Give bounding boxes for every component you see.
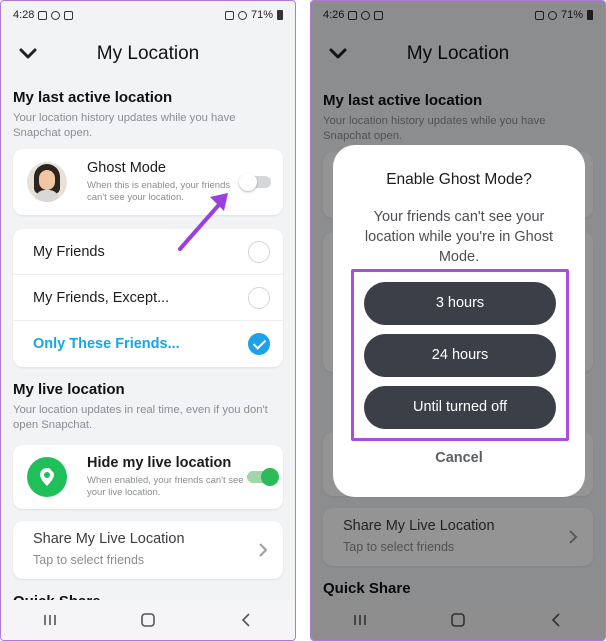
- friends-options-card: My Friends My Friends, Except... Only Th…: [13, 229, 283, 367]
- radio-button[interactable]: [248, 286, 270, 309]
- option-my-friends-except[interactable]: My Friends, Except...: [13, 275, 283, 321]
- page-title: My Location: [96, 43, 200, 64]
- checkmark-icon[interactable]: [248, 333, 270, 355]
- ghost-mode-toggle[interactable]: [239, 173, 271, 191]
- hide-live-subtitle: When enabled, your friends can't see you…: [87, 475, 244, 498]
- location-pin-icon: [27, 457, 67, 497]
- status-time: 4:28: [13, 9, 35, 21]
- live-location-heading: My live location: [13, 381, 125, 398]
- dialog-title: Enable Ghost Mode?: [386, 171, 532, 188]
- battery-percent: 71%: [250, 9, 273, 21]
- share-live-title: Share My Live Location: [33, 531, 185, 547]
- wifi-icon: [237, 10, 247, 20]
- avatar: [27, 162, 67, 202]
- chevron-down-icon[interactable]: [15, 41, 41, 67]
- duration-options-highlight: 3 hours 24 hours Until turned off: [351, 269, 569, 441]
- settings-content: My last active location Your location hi…: [1, 79, 295, 602]
- right-screen: 4:26 71% My Location My last active loca…: [310, 0, 606, 641]
- last-active-desc: Your location history updates while you …: [13, 112, 236, 139]
- share-live-location-card[interactable]: Share My Live Location Tap to select fri…: [13, 521, 283, 579]
- whatsapp-icon: [51, 10, 61, 20]
- hide-live-title: Hide my live location: [87, 455, 232, 471]
- option-my-friends[interactable]: My Friends: [13, 229, 283, 275]
- option-label: Only These Friends...: [33, 336, 180, 352]
- left-screen: 4:28 71% My Location My last active loca…: [0, 0, 296, 641]
- notification-icon: [38, 10, 48, 20]
- hide-live-location-card[interactable]: Hide my live location When enabled, your…: [13, 445, 283, 509]
- ghost-mode-title: Ghost Mode: [87, 160, 166, 176]
- dialog-body: Your friends can't see your location whi…: [364, 209, 554, 265]
- app-bar: My Location: [1, 29, 295, 79]
- option-until-turned-off-button[interactable]: Until turned off: [364, 386, 556, 429]
- chevron-right-icon: [259, 543, 268, 557]
- gallery-icon: [64, 10, 74, 20]
- hide-live-toggle[interactable]: [247, 468, 279, 486]
- alarm-icon: [224, 10, 234, 20]
- annotation-arrow-icon: [178, 193, 228, 251]
- cancel-button[interactable]: Cancel: [333, 450, 585, 466]
- option-3-hours-button[interactable]: 3 hours: [364, 282, 556, 325]
- back-icon[interactable]: [236, 610, 256, 630]
- option-only-these-friends[interactable]: Only These Friends...: [13, 321, 283, 367]
- share-live-subtitle: Tap to select friends: [33, 553, 145, 567]
- status-bar: 4:28 71%: [1, 1, 295, 29]
- radio-button[interactable]: [248, 240, 270, 263]
- ghost-mode-dialog: Enable Ghost Mode? Your friends can't se…: [333, 145, 585, 497]
- home-icon[interactable]: [138, 610, 158, 630]
- battery-icon: [277, 10, 283, 20]
- live-location-desc: Your location updates in real time, even…: [13, 404, 268, 431]
- last-active-heading: My last active location: [13, 89, 173, 106]
- option-label: My Friends, Except...: [33, 289, 170, 306]
- ghost-mode-card[interactable]: Ghost Mode When this is enabled, your fr…: [13, 149, 283, 215]
- recents-icon[interactable]: [40, 610, 60, 630]
- system-nav-bar: [1, 600, 295, 640]
- option-24-hours-button[interactable]: 24 hours: [364, 334, 556, 377]
- option-label: My Friends: [33, 243, 105, 260]
